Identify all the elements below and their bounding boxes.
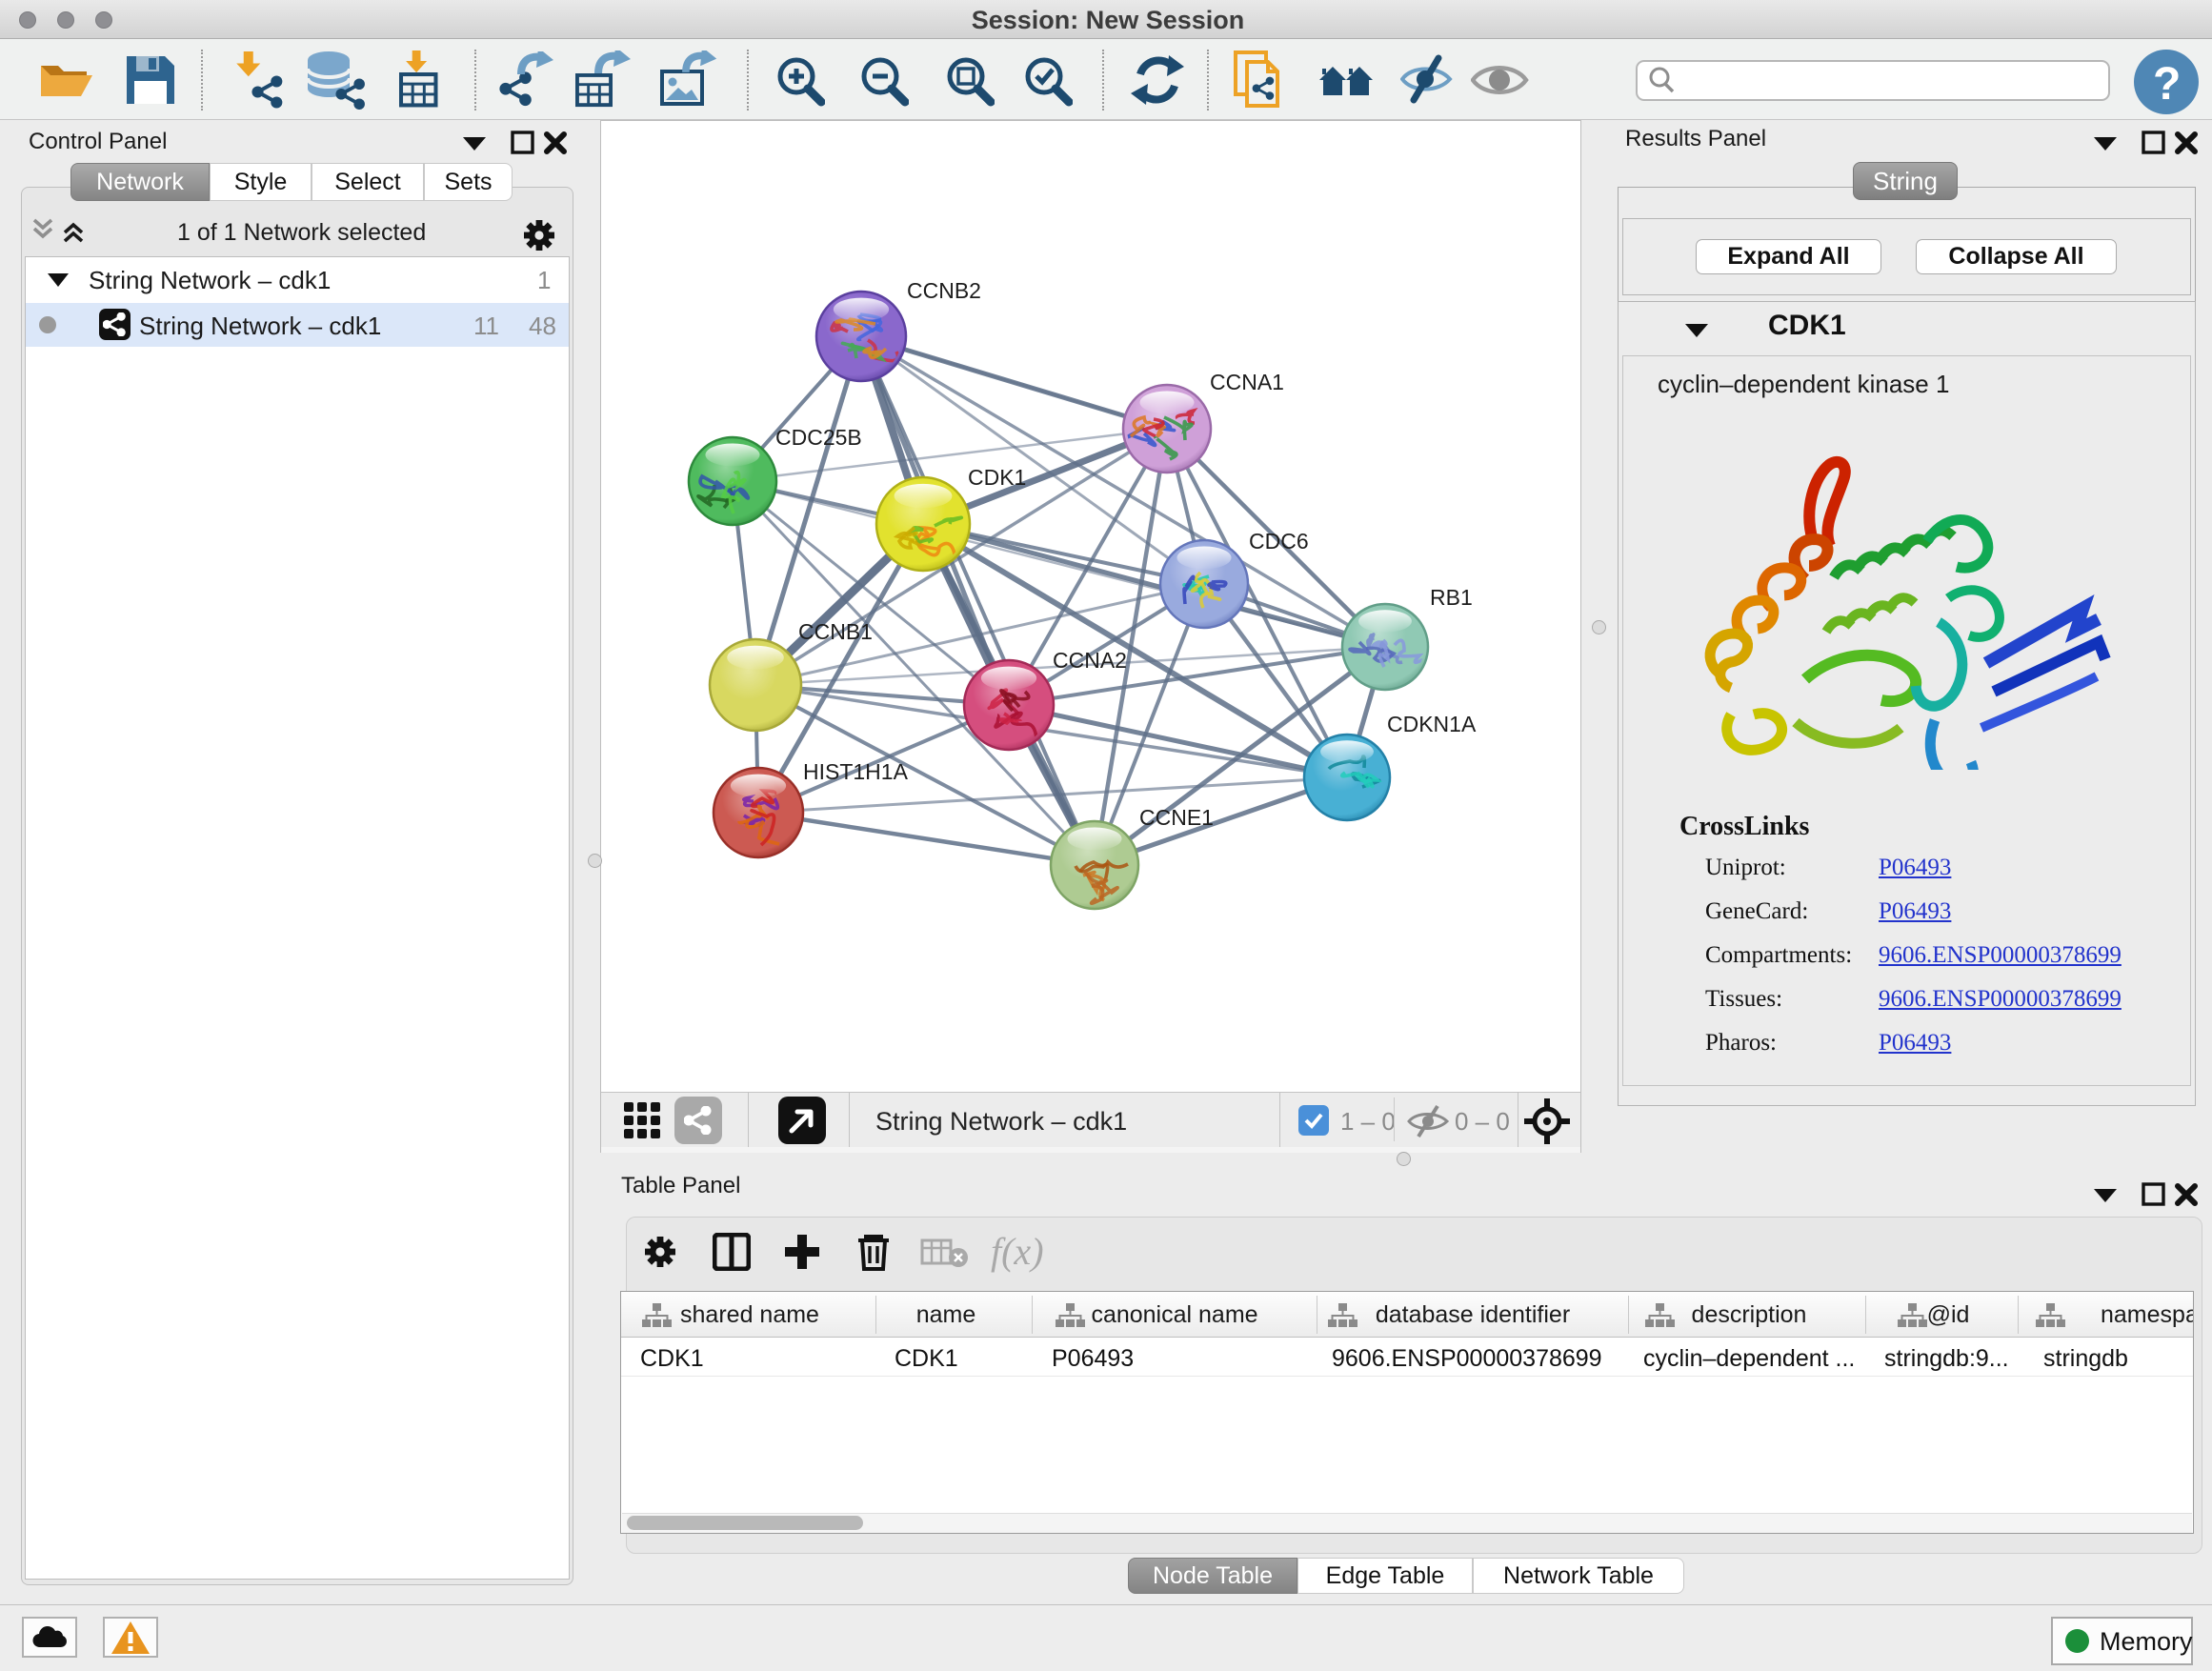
svg-text:CDKN1A: CDKN1A	[1387, 712, 1477, 736]
svg-text:RB1: RB1	[1430, 585, 1473, 610]
svg-text:CDC6: CDC6	[1249, 529, 1309, 554]
svg-text:CCNE1: CCNE1	[1139, 805, 1214, 830]
svg-text:CDK1: CDK1	[968, 465, 1026, 490]
svg-text:CCNB1: CCNB1	[798, 619, 873, 644]
svg-text:CCNA2: CCNA2	[1053, 648, 1127, 673]
svg-text:HIST1H1A: HIST1H1A	[803, 759, 909, 784]
svg-text:CCNA1: CCNA1	[1210, 370, 1284, 394]
svg-text:CDC25B: CDC25B	[775, 425, 862, 450]
svg-text:CCNB2: CCNB2	[907, 278, 981, 303]
